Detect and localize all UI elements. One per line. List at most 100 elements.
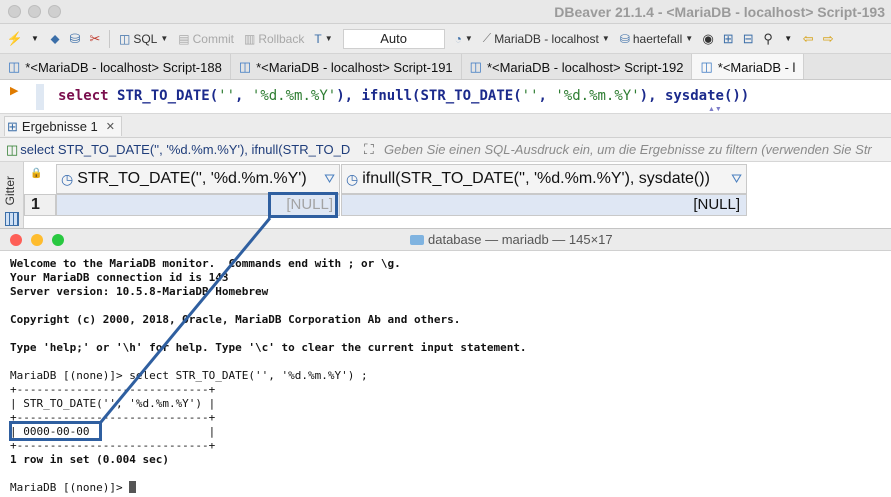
window-title: DBeaver 21.1.4 - <MariaDB - localhost> S… <box>554 4 885 20</box>
sql-function: ifnull(STR_TO_DATE( <box>361 88 522 104</box>
connect-icon[interactable]: ⬥ <box>46 30 64 48</box>
sql-function: STR_TO_DATE( <box>117 88 219 104</box>
editor-tabbar: ◫ *<MariaDB - localhost> Script-188 ◫ *<Ma… <box>0 54 891 80</box>
terminal-window: database — mariadb — 145×17 Welcome to t… <box>0 228 891 497</box>
sql-editor[interactable]: ▶ select STR_TO_DATE('', '%d.%m.%Y'), if… <box>0 80 891 114</box>
window-minimize-button[interactable] <box>28 5 41 18</box>
plug-icon[interactable]: ⚡ <box>6 30 24 48</box>
tab-script-191[interactable]: ◫ *<MariaDB - localhost> Script-191 <box>231 54 462 79</box>
clock-icon: ◷ <box>346 170 359 187</box>
lock-icon: 🔒 <box>30 168 43 179</box>
folder-icon <box>410 235 424 245</box>
commit-button[interactable]: ▤ Commit <box>174 32 238 46</box>
dbeaver-titlebar: DBeaver 21.1.4 - <MariaDB - localhost> S… <box>0 0 891 24</box>
main-toolbar: ⚡ ▼ ⬥ ⛁ ✂ ◫ SQL ▼ ▤ Commit ▥ Rollback T ▼ Aut… <box>0 24 891 54</box>
result-cell[interactable]: [NULL] <box>341 194 747 216</box>
editor-gutter <box>36 84 44 110</box>
sql-function: sysdate()) <box>664 88 750 104</box>
filter-input[interactable]: Geben Sie einen SQL-Ausdruck ein, um die… <box>384 142 872 157</box>
script-icon: ◫ <box>700 59 713 74</box>
tab-script-192[interactable]: ◫ *<MariaDB - localhost> Script-192 <box>462 54 693 79</box>
script-icon: ◫ <box>8 59 21 74</box>
sql-string: '%d.%m.%Y' <box>251 88 337 104</box>
terminal-line: Copyright (c) 2000, 2018, Oracle, MariaD… <box>10 313 461 326</box>
chevron-down-icon[interactable]: ▼ <box>26 30 44 48</box>
chevron-down-icon: ▼ <box>685 34 694 43</box>
tab-script-193[interactable]: ◫ *<MariaDB - l <box>692 54 805 79</box>
back-icon[interactable]: ⇦ <box>799 30 817 48</box>
transaction-mode-button[interactable]: T ▼ <box>310 32 336 46</box>
script-icon: ◫ <box>469 59 482 74</box>
search-icon[interactable]: ⚲ <box>759 30 777 48</box>
terminal-line: Your MariaDB connection id is 143 <box>10 271 229 284</box>
terminal-zoom-button[interactable] <box>52 234 64 246</box>
grid-view-label[interactable]: Gitter <box>3 176 17 205</box>
database-icon[interactable]: ⛁ <box>66 30 84 48</box>
schema-selector[interactable]: ⛁ haertefall ▼ <box>616 32 697 46</box>
sql-separator: , <box>538 88 556 104</box>
window-close-button[interactable] <box>8 5 21 18</box>
schema-icon: ⛁ <box>619 31 630 46</box>
rollback-button[interactable]: ▥ Rollback <box>240 32 308 46</box>
highlight-box <box>9 421 102 441</box>
sql-string: '' <box>218 88 236 104</box>
results-grid: Gitter 🔒 ◷ STR_TO_DATE('', '%d.%m.%Y') ⛛… <box>0 162 891 232</box>
grid-icon[interactable] <box>5 212 19 226</box>
chevron-down-icon[interactable]: ▼ <box>779 30 797 48</box>
terminal-line: Welcome to the MariaDB monitor. Commands… <box>10 257 401 270</box>
current-statement-marker-icon: ▶ <box>10 85 19 97</box>
terminal-titlebar: database — mariadb — 145×17 <box>0 229 891 251</box>
window-zoom-button[interactable] <box>48 5 61 18</box>
expand-icon[interactable]: ⛶ <box>364 141 374 158</box>
terminal-line: +-----------------------------+ <box>10 383 216 396</box>
close-icon[interactable]: ✕ <box>106 120 115 133</box>
sql-string: '' <box>521 88 539 104</box>
terminal-line: | STR_TO_DATE('', '%d.%m.%Y') | <box>10 397 216 410</box>
side-panel: Gitter <box>0 162 24 232</box>
erd-icon[interactable]: ⊞ <box>719 30 737 48</box>
dashboard-icon[interactable]: ◉ <box>699 30 717 48</box>
sql-statement[interactable]: select STR_TO_DATE('', '%d.%m.%Y'), ifnu… <box>58 88 749 104</box>
sql-separator: ), <box>639 88 665 104</box>
export-icon[interactable]: ⇨ <box>819 30 837 48</box>
commit-icon: ▤ <box>178 31 190 46</box>
tab-results-1[interactable]: ⊞ Ergebnisse 1 ✕ <box>4 116 123 136</box>
terminal-line: MariaDB [(none)]> <box>10 481 880 495</box>
sql-separator: , <box>235 88 252 104</box>
chevron-down-icon: ▼ <box>324 34 333 43</box>
column-header[interactable]: ◷ STR_TO_DATE('', '%d.%m.%Y') ⛛ <box>56 164 340 194</box>
connection-selector[interactable]: ⟋ MariaDB - localhost ▼ <box>479 31 614 46</box>
toolbar-divider <box>109 29 110 48</box>
sql-string: '%d.%m.%Y' <box>555 88 640 104</box>
results-filterbar: ◫ select STR_TO_DATE('', '%d.%m.%Y'), ifn… <box>0 138 891 162</box>
tab-script-188[interactable]: ◫ *<MariaDB - localhost> Script-188 <box>0 54 231 79</box>
terminal-line: Type 'help;' or '\h' for help. Type '\c'… <box>10 341 527 354</box>
disconnect-icon[interactable]: ✂ <box>86 30 104 48</box>
filter-icon[interactable]: ⛛ <box>324 171 335 187</box>
executed-query[interactable]: ◫ select STR_TO_DATE('', '%d.%m.%Y'), ifn… <box>6 142 358 158</box>
terminal-output[interactable]: Welcome to the MariaDB monitor. Commands… <box>10 257 880 495</box>
scroll-arrows-icon[interactable]: ▲▼ <box>708 106 722 113</box>
terminal-line: +-----------------------------+ <box>10 439 216 452</box>
history-button[interactable]: ◔ ▼ <box>451 32 477 46</box>
highlight-box <box>268 192 338 218</box>
row-number[interactable]: 1 <box>24 194 56 216</box>
transaction-icon: T <box>314 31 322 46</box>
network-icon[interactable]: ⊟ <box>739 30 757 48</box>
script-icon: ◫ <box>238 59 252 74</box>
terminal-minimize-button[interactable] <box>31 234 43 246</box>
chevron-down-icon: ▼ <box>601 34 610 43</box>
terminal-line: +-----------------------------+ <box>10 411 216 424</box>
sql-editor-button[interactable]: ◫ SQL ▼ <box>115 32 172 46</box>
terminal-cursor <box>129 481 137 493</box>
terminal-line: 1 row in set (0.004 sec) <box>10 453 169 466</box>
terminal-close-button[interactable] <box>10 234 22 246</box>
column-header[interactable]: ◷ ifnull(STR_TO_DATE('', '%d.%m.%Y'), sy… <box>341 164 747 194</box>
transaction-mode-field[interactable]: Auto <box>342 28 445 49</box>
terminal-title: database — mariadb — 145×17 <box>410 232 613 247</box>
chevron-down-icon: ▼ <box>464 34 473 43</box>
filter-icon[interactable]: ⛛ <box>731 171 742 187</box>
